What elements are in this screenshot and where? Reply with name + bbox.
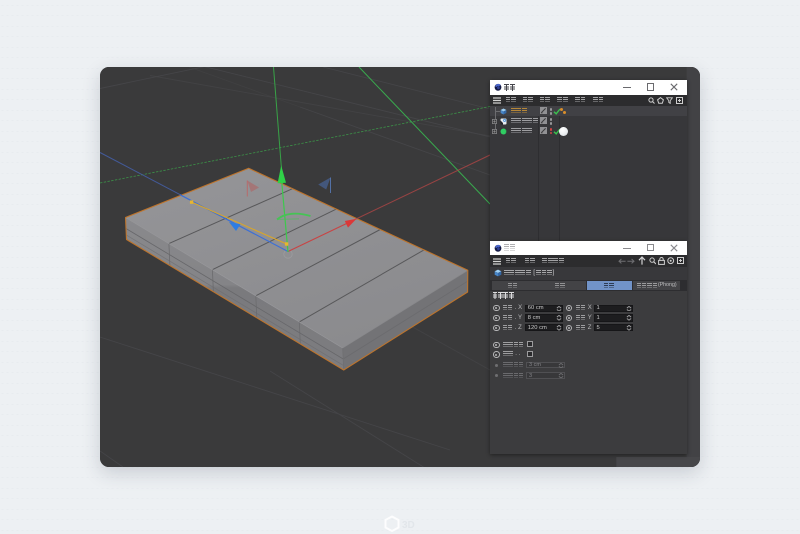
svg-text:3D: 3D xyxy=(402,520,415,531)
